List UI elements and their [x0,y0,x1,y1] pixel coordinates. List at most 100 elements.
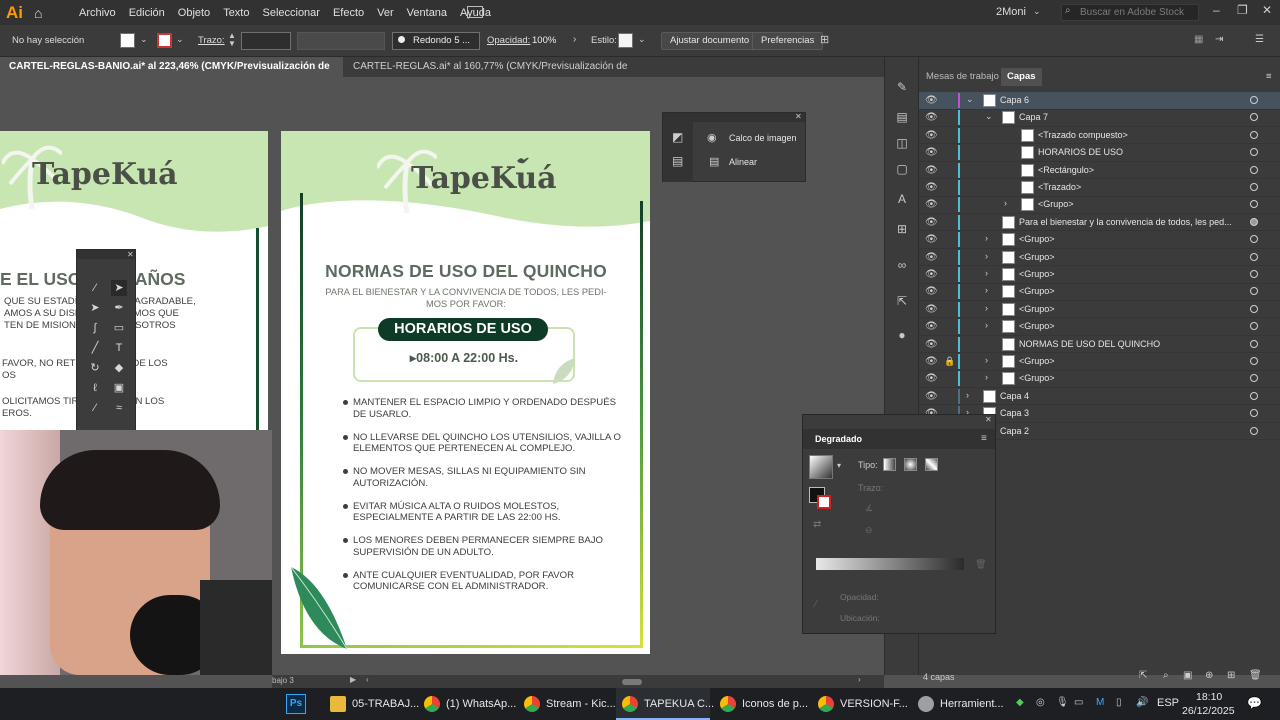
layers-icon[interactable]: ◫ [894,135,910,151]
lasso-tool-icon[interactable]: ℓ [87,380,103,396]
taskbar-whatsapp[interactable]: (1) WhatsAp... [418,688,516,720]
artboards-icon[interactable]: ▢ [894,161,910,177]
microphone-icon[interactable]: 🎙 [1056,697,1069,708]
chevron-down-icon[interactable]: ⌄ [966,94,974,105]
radial-gradient-icon[interactable] [904,458,917,471]
freeform-gradient-icon[interactable] [925,458,938,471]
taskbar-version[interactable]: VERSION-F... [812,688,908,720]
layer-name[interactable]: <Trazado compuesto> [1038,130,1128,140]
visibility-eye-icon[interactable]: 👁 [925,147,938,158]
eyedropper-icon[interactable]: ⁄ [815,599,817,610]
target-circle-icon[interactable] [1250,322,1258,331]
taskbar-herramientas[interactable]: Herramient... [912,688,1008,720]
restore-icon[interactable]: ❐ [1237,3,1248,17]
linear-gradient-icon[interactable] [883,458,896,471]
new-sublayer-icon[interactable]: ⊕ [1205,670,1213,681]
close-icon[interactable]: ✕ [985,415,992,424]
taskbar-stream[interactable]: Stream - Kic... [518,688,616,720]
stroke-stepper[interactable]: ▲ ▼ [228,32,236,48]
visibility-eye-icon[interactable]: 👁 [925,339,938,350]
chevron-right-icon[interactable]: › [985,268,988,278]
chevron-right-icon[interactable]: › [985,303,988,313]
stroke-none-swatch[interactable] [817,495,831,509]
chevron-down-icon[interactable]: ⌄ [985,111,993,122]
opacity-value[interactable]: 100% [532,35,556,46]
rotate-tool-icon[interactable]: ↻ [87,360,103,376]
width-tool-icon[interactable]: ≈ [111,400,127,416]
panel-header[interactable] [663,113,805,122]
menu-seleccionar[interactable]: Seleccionar [262,7,319,19]
lock-icon[interactable]: 🔒 [944,356,955,367]
target-circle-icon[interactable] [1250,217,1258,226]
layer-name[interactable]: <Grupo> [1019,304,1055,314]
rectangle-tool-icon[interactable]: ▭ [111,320,127,336]
stroke-weight-field[interactable] [241,32,291,50]
workspace-switcher[interactable]: 2Moni [996,6,1026,18]
minimize-icon[interactable]: – [1213,3,1220,17]
layer-row[interactable]: 👁 NORMAS DE USO DEL QUINCHO [919,336,1280,354]
menu-edicion[interactable]: Edición [129,7,165,19]
tab-artboards[interactable]: Mesas de trabajo [926,68,999,86]
visibility-eye-icon[interactable]: 👁 [925,95,938,106]
curvature-tool-icon[interactable]: ∫ [87,320,103,336]
layer-row[interactable]: 👁 <Rectángulo> [919,162,1280,180]
document-setup-button[interactable]: Ajustar documento [661,32,759,50]
opacity-label[interactable]: Opacidad: [487,35,530,46]
stroke-swatch[interactable] [157,33,172,48]
layer-name[interactable]: <Grupo> [1019,356,1055,366]
type-tool-icon[interactable]: T [111,340,127,356]
arrange-icon[interactable]: ⇥ [1215,34,1223,45]
target-circle-icon[interactable] [1250,287,1258,296]
stroke-label[interactable]: Trazo: [198,35,225,46]
adobe-stock-search[interactable]: Buscar en Adobe Stock [1061,4,1199,21]
transform-icon[interactable]: ⊞ [894,221,910,237]
chevron-down-icon[interactable]: ▾ [837,461,841,470]
artboard-quincho[interactable]: TapeKuá NORMAS DE USO DEL QUINCHO PARA E… [281,131,650,654]
delete-stop-icon[interactable]: 🗑 [975,559,986,570]
layer-row[interactable]: 👁 HORARIOS DE USO [919,144,1280,162]
layer-row[interactable]: 👁 Para el bienestar y la convivencia de t… [919,214,1280,232]
visibility-eye-icon[interactable]: 👁 [925,304,938,315]
visibility-eye-icon[interactable]: 👁 [925,199,938,210]
preferences-button[interactable]: Preferencias [752,32,824,50]
play-icon[interactable]: ▶ [350,675,356,684]
clip-icon[interactable]: ▣ [1183,670,1192,681]
layer-name[interactable]: Capa 3 [1000,408,1029,418]
chevron-right-icon[interactable]: › [1004,198,1007,208]
layer-name[interactable]: <Grupo> [1019,286,1055,296]
image-trace-icon[interactable]: ◩ [672,130,683,144]
panel-header[interactable]: Degradado ≡ [803,429,995,449]
tray-app-icon[interactable]: ◆ [1016,697,1024,708]
close-icon[interactable]: ✕ [127,250,134,259]
panel-menu-icon[interactable]: ≡ [1266,68,1272,86]
layer-row[interactable]: 👁 › <Grupo> [919,283,1280,301]
properties-icon[interactable]: ✎ [894,79,910,95]
chevron-right-icon[interactable]: › [985,355,988,365]
magic-wand-tool-icon[interactable]: ⁄ [87,280,103,296]
trash-icon[interactable]: 🗑 [1249,670,1262,681]
chevron-right-icon[interactable]: › [573,34,576,45]
panel-menu-icon[interactable]: ≡ [981,433,987,444]
appearance-icon[interactable]: ● [894,327,910,343]
layer-name[interactable]: HORARIOS DE USO [1038,147,1123,157]
chevron-right-icon[interactable]: › [985,372,988,382]
visibility-eye-icon[interactable]: 👁 [925,269,938,280]
variable-width-profile[interactable] [297,32,385,50]
target-circle-icon[interactable] [1250,148,1258,157]
eyedropper-tool-icon[interactable]: ⁄ [87,400,103,416]
layer-name[interactable]: <Grupo> [1019,321,1055,331]
gradient-tool-icon[interactable]: ▣ [111,380,127,396]
arrange-documents-icon[interactable] [467,6,483,18]
visibility-eye-icon[interactable]: 👁 [925,356,938,367]
align-item[interactable]: Alinear [729,157,757,167]
tab-cartel-reglas-banio[interactable]: CARTEL-REGLAS-BANIO.ai* al 223,46% (CMYK… [0,57,343,92]
layer-name[interactable]: <Trazado> [1038,182,1081,192]
tray-steam-icon[interactable]: ◎ [1036,697,1045,708]
menu-ver[interactable]: Ver [377,7,394,19]
visibility-eye-icon[interactable]: 👁 [925,373,938,384]
visibility-eye-icon[interactable]: 👁 [925,112,938,123]
visibility-eye-icon[interactable]: 👁 [925,182,938,193]
chevron-left-icon[interactable]: ‹ [366,675,369,684]
visibility-eye-icon[interactable]: 👁 [925,165,938,176]
layer-row[interactable]: 👁 <Trazado compuesto> [919,127,1280,145]
